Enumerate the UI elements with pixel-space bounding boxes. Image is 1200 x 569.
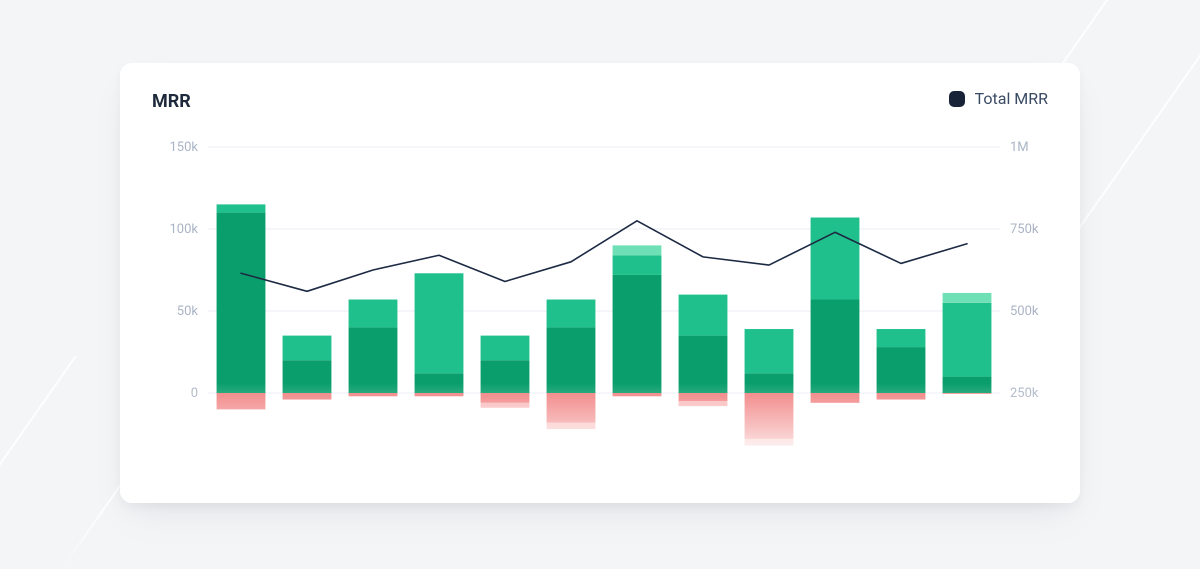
bar-neg_light <box>745 439 794 446</box>
bar-neg_mid <box>811 393 860 403</box>
bar-pos_mid <box>745 329 794 373</box>
bar-neg_mid <box>283 393 332 400</box>
bar-pos_mid <box>877 329 926 347</box>
x-tick: Apr <box>495 486 516 501</box>
bar-pos_mid <box>481 336 530 361</box>
y-right-tick: 250k <box>1010 386 1039 401</box>
legend-label: Total MRR <box>975 89 1048 108</box>
bar-pos_mid <box>415 273 464 373</box>
bar-neg_mid <box>547 393 596 423</box>
bar-pos_mid <box>943 303 992 377</box>
bar-pos_mid <box>811 218 860 300</box>
bar-pos_dark <box>613 275 662 393</box>
chart-area: -50k 0 0 250k 50k 500k 100k 750k 150k 1M Dec Jan Feb… <box>152 141 1048 503</box>
bar-pos_dark <box>217 213 266 393</box>
bar-neg_light <box>547 423 596 430</box>
y-left-tick: 150k <box>169 141 198 155</box>
bar-neg_mid <box>877 393 926 400</box>
bar-neg_mid <box>943 393 992 394</box>
bar-pos_mid <box>283 336 332 361</box>
y-left-tick: 50k <box>177 304 199 319</box>
bar-neg_mid <box>217 393 266 409</box>
x-tick: Mar <box>428 486 451 501</box>
bar-neg_mid <box>349 393 398 396</box>
x-tick: May <box>559 486 583 501</box>
x-tick: Dec <box>230 486 252 501</box>
bar-pos_dark <box>811 300 860 393</box>
bar-neg_mid <box>415 393 464 396</box>
bar-pos_dark <box>943 377 992 393</box>
y-right-tick: 500k <box>1010 304 1039 319</box>
y-right-tick: 1M <box>1010 141 1029 155</box>
x-tick: Sep <box>824 486 846 501</box>
mrr-card: MRR Total MRR -50k 0 0 250k 50k 500k 100k 750k 1… <box>120 63 1080 503</box>
bar-pos_dark <box>283 360 332 393</box>
x-tick: Oct <box>891 486 911 501</box>
bar-pos_light <box>613 245 662 255</box>
bar-pos_light <box>943 293 992 303</box>
page-background: MRR Total MRR -50k 0 0 250k 50k 500k 100k 750k 1… <box>0 0 1200 569</box>
bar-neg_light <box>481 403 530 408</box>
bar-pos_dark <box>349 327 398 393</box>
x-tick: Aug <box>758 486 781 501</box>
bar-pos_dark <box>877 347 926 393</box>
legend: Total MRR <box>949 89 1048 108</box>
bar-neg_mid <box>745 393 794 439</box>
bar-pos_mid <box>217 204 266 212</box>
y-right-tick: 750k <box>1010 222 1039 237</box>
bar-neg_mid <box>679 393 728 401</box>
x-tick: Jul <box>694 486 712 501</box>
bar-pos_dark <box>481 360 530 393</box>
bar-neg_mid <box>481 393 530 403</box>
bar-neg_light <box>679 401 728 406</box>
mrr-chart: -50k 0 0 250k 50k 500k 100k 750k 150k 1M Dec Jan Feb… <box>152 141 1048 503</box>
x-tick: Jan <box>296 486 317 501</box>
bar-pos_mid <box>613 255 662 275</box>
bar-pos_dark <box>415 373 464 393</box>
y-left-tick: 0 <box>191 386 198 401</box>
bar-pos_dark <box>547 327 596 393</box>
x-tick: Jun <box>626 486 648 501</box>
x-tick: Feb <box>362 486 383 501</box>
y-left-tick: -50k <box>173 468 198 483</box>
bar-pos_mid <box>349 300 398 328</box>
card-title: MRR <box>152 91 191 112</box>
page-bottom-fade <box>0 509 1200 569</box>
square-icon <box>949 91 965 107</box>
y-right-tick: 0 <box>1010 468 1017 483</box>
x-tick: Nov <box>956 486 980 501</box>
bar-neg_mid <box>613 393 662 396</box>
y-left-tick: 100k <box>169 222 198 237</box>
bar-pos_mid <box>547 300 596 328</box>
bar-pos_dark <box>679 336 728 393</box>
bar-pos_mid <box>679 295 728 336</box>
bar-pos_dark <box>745 373 794 393</box>
